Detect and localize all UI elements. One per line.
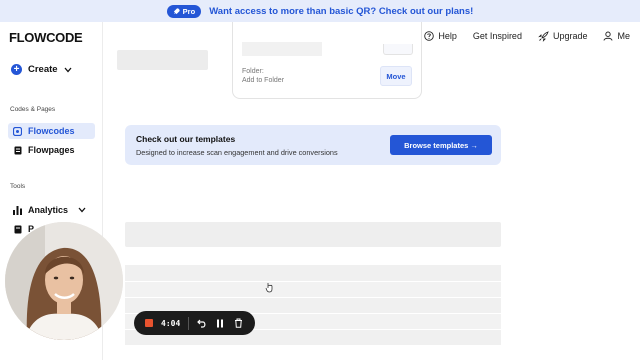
- skeleton-row: [125, 282, 501, 297]
- sidebar-item-flowcodes[interactable]: Flowcodes: [8, 123, 95, 139]
- mouse-cursor-icon: [265, 283, 273, 293]
- upgrade-label: Upgrade: [552, 31, 588, 41]
- folder-info: Folder: Add to Folder: [242, 67, 284, 85]
- toolbar-divider: [188, 316, 190, 330]
- create-button[interactable]: + Create: [11, 64, 72, 75]
- copy-button-partial[interactable]: [383, 44, 413, 55]
- flowcode-logo[interactable]: FLOWCODE: [9, 30, 83, 45]
- help-icon: [424, 31, 435, 41]
- skeleton-row: [125, 222, 501, 247]
- webcam-bubble[interactable]: [5, 222, 123, 340]
- bar-chart-icon: [13, 205, 22, 215]
- templates-title: Check out our templates: [136, 134, 236, 144]
- chevron-down-icon: [64, 67, 72, 72]
- folder-card: Folder: Add to Folder Move: [232, 22, 422, 99]
- help-label: Help: [438, 31, 457, 41]
- presenter-photo: [5, 222, 123, 340]
- templates-subtitle: Designed to increase scan engagement and…: [136, 148, 338, 157]
- skeleton-block: [117, 50, 208, 70]
- pause-icon[interactable]: [215, 318, 225, 328]
- page-icon: [13, 146, 22, 155]
- account-menu[interactable]: Me: [603, 31, 630, 41]
- sidebar-item-analytics[interactable]: Analytics: [8, 202, 95, 218]
- qr-icon: [13, 126, 22, 136]
- pro-badge-label: Pro: [182, 6, 196, 16]
- codes-pages-heading: Codes & Pages: [10, 106, 56, 113]
- upgrade-banner[interactable]: Pro Want access to more than basic QR? C…: [0, 0, 640, 22]
- sidebar-item-flowpages[interactable]: Flowpages: [8, 142, 95, 158]
- templates-banner: Check out our templates Designed to incr…: [125, 125, 501, 165]
- sidebar-item-label: Flowcodes: [28, 126, 75, 136]
- rocket-icon: [173, 7, 180, 14]
- tools-heading: Tools: [10, 183, 26, 190]
- document-icon: [13, 225, 22, 234]
- pro-badge: Pro: [166, 4, 202, 18]
- undo-icon[interactable]: [197, 318, 207, 328]
- top-navigation: Help Get Inspired Upgrade Me: [424, 22, 640, 50]
- me-label: Me: [617, 31, 630, 41]
- rocket-icon: [538, 30, 549, 42]
- get-inspired-label: Get Inspired: [472, 31, 522, 41]
- stop-recording-icon[interactable]: [145, 319, 153, 327]
- get-inspired-link[interactable]: Get Inspired: [473, 31, 522, 41]
- sidebar-item-label: Flowpages: [28, 145, 75, 155]
- move-button[interactable]: Move: [380, 66, 412, 86]
- create-label: Create: [28, 64, 58, 75]
- trash-icon[interactable]: [233, 318, 243, 328]
- banner-text[interactable]: Want access to more than basic QR? Check…: [209, 6, 473, 17]
- add-to-folder-link[interactable]: Add to Folder: [242, 76, 284, 85]
- skeleton-row: [125, 265, 501, 281]
- skeleton-block: [242, 42, 322, 56]
- recording-toolbar: 4:04: [134, 311, 255, 335]
- sidebar-item-label: Analytics: [28, 205, 69, 215]
- upgrade-link[interactable]: Upgrade: [538, 30, 588, 42]
- help-link[interactable]: Help: [424, 31, 457, 41]
- plus-icon: +: [11, 64, 22, 75]
- recording-timer: 4:04: [161, 318, 181, 328]
- folder-label: Folder:: [242, 68, 264, 75]
- browse-templates-button[interactable]: Browse templates →: [390, 135, 492, 155]
- user-icon: [604, 31, 613, 41]
- chevron-down-icon: [78, 207, 86, 213]
